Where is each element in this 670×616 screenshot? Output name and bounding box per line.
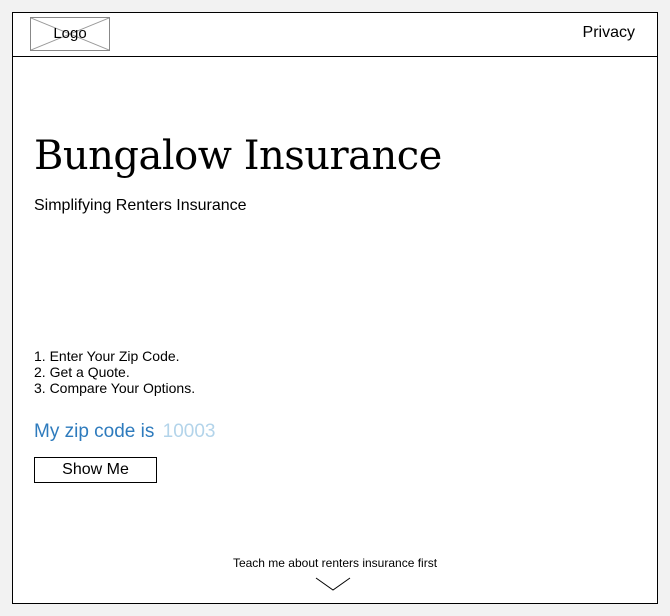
page-frame: Logo Privacy Bungalow Insurance Simplify…: [12, 12, 658, 604]
logo-placeholder[interactable]: Logo: [30, 17, 110, 51]
page-title: Bungalow Insurance: [34, 133, 442, 179]
teach-me-link[interactable]: Teach me about renters insurance first: [13, 556, 657, 570]
logo-label: Logo: [53, 25, 87, 42]
zip-code-input[interactable]: [162, 421, 253, 443]
show-me-button[interactable]: Show Me: [34, 457, 157, 483]
step-item-2: 2. Get a Quote.: [34, 364, 130, 380]
chevron-down-icon[interactable]: [315, 577, 351, 591]
steps-list: 1. Enter Your Zip Code. 2. Get a Quote. …: [34, 348, 195, 396]
step-item-3: 3. Compare Your Options.: [34, 380, 196, 396]
zip-code-row: My zip code is: [34, 421, 253, 443]
header-bar: Logo Privacy: [13, 13, 657, 57]
step-item-1: 1. Enter Your Zip Code.: [34, 348, 180, 364]
zip-code-label: My zip code is: [34, 421, 155, 442]
privacy-link[interactable]: Privacy: [583, 24, 635, 42]
page-subtitle: Simplifying Renters Insurance: [34, 197, 247, 214]
